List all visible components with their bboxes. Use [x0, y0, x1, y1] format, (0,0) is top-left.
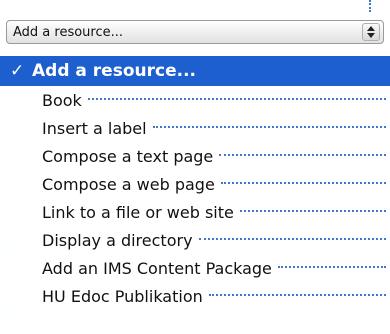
dotted-leader — [208, 294, 386, 296]
dotted-guide-line — [369, 0, 371, 12]
menu-item-ims-content-package[interactable]: Add an IMS Content Package — [0, 254, 390, 282]
select-value: Add a resource... — [13, 24, 124, 40]
menu-item-link-file-website[interactable]: Link to a file or web site — [0, 198, 390, 226]
dotted-leader — [87, 98, 386, 100]
updown-arrows-glyph — [367, 26, 375, 38]
dotted-leader — [239, 210, 386, 212]
menu-item-add-resource[interactable]: ✓ Add a resource... — [0, 56, 390, 86]
menu-item-label: Link to a file or web site — [42, 202, 234, 222]
resource-dropdown-menu: ✓ Add a resource... Book Insert a label … — [0, 56, 390, 334]
checkmark-icon: ✓ — [10, 61, 25, 81]
menu-item-hu-edoc-publikation[interactable]: HU Edoc Publikation — [0, 282, 390, 310]
menu-item-label: Book — [42, 90, 82, 110]
menu-item-label: Display a directory — [42, 230, 193, 250]
dotted-leader — [277, 266, 386, 268]
menu-item-insert-label[interactable]: Insert a label — [0, 114, 390, 142]
menu-item-label: Insert a label — [42, 118, 147, 138]
dotted-leader — [220, 182, 386, 184]
dotted-leader — [198, 238, 386, 240]
menu-item-label: Add a resource... — [32, 61, 196, 81]
menu-item-label: Compose a web page — [42, 174, 215, 194]
menu-item-label: HU Edoc Publikation — [42, 286, 203, 306]
menu-item-display-directory[interactable]: Display a directory — [0, 226, 390, 254]
menu-item-compose-web-page[interactable]: Compose a web page — [0, 170, 390, 198]
menu-item-label: Compose a text page — [42, 146, 214, 166]
menu-item-compose-text-page[interactable]: Compose a text page — [0, 142, 390, 170]
menu-item-book[interactable]: Book — [0, 86, 390, 114]
menu-item-label: Add an IMS Content Package — [42, 258, 272, 278]
updown-arrows-icon[interactable] — [362, 23, 380, 41]
dotted-leader — [152, 126, 386, 128]
dotted-leader — [219, 154, 386, 156]
resource-select[interactable]: Add a resource... — [6, 20, 384, 44]
